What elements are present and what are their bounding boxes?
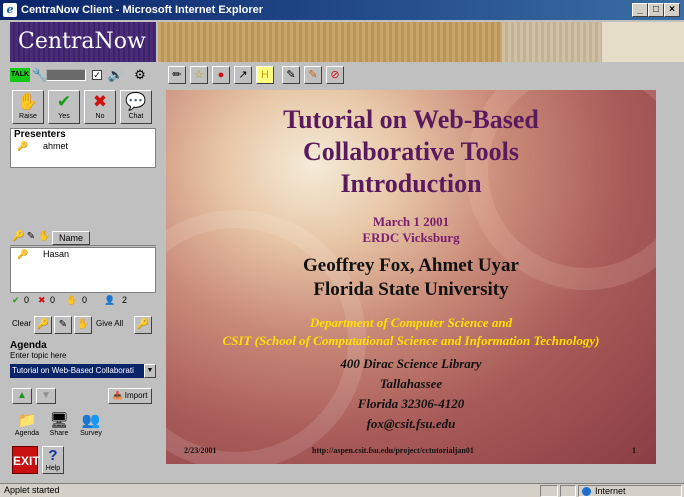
no-tool-icon[interactable]: ⊘ <box>326 66 344 84</box>
whiteboard-toolbar: ✏ ☆ ● ↗ H ✎ ✎ ⊘ <box>166 64 684 86</box>
status-bar: Applet started Internet <box>0 483 684 497</box>
dot-tool-icon[interactable]: ● <box>212 66 230 84</box>
close-button[interactable]: × <box>664 3 680 17</box>
clear-label: Clear <box>12 319 32 328</box>
slide-page-number: 1 <box>632 446 636 455</box>
no-button[interactable]: ✖ No <box>84 90 116 124</box>
hand-count-icon: ✋ <box>66 295 78 305</box>
left-panel: TALK 🔧 ✓ 🔊 ⚙ ✋ Raise ✔ Yes ✖ No 💬 Chat P… <box>10 62 156 482</box>
arrow-tool-icon[interactable]: ↗ <box>234 66 252 84</box>
name-column-header[interactable]: Name <box>52 231 90 245</box>
slide-dept: Department of Computer Science and <box>309 315 513 330</box>
yes-button[interactable]: ✔ Yes <box>48 90 80 124</box>
share-icon: 🖥 <box>49 412 69 429</box>
slide-footer-date: 2/23/2001 <box>184 446 217 455</box>
survey-button[interactable]: 👥 Survey <box>76 412 106 442</box>
no-count: 0 <box>50 295 56 305</box>
hand-icon[interactable]: ✋ <box>38 231 50 243</box>
slide-address: 400 Dirac Science Library Tallahassee Fl… <box>340 356 482 431</box>
globe-icon <box>582 487 591 496</box>
highlight-tool-icon[interactable]: H <box>256 66 274 84</box>
minimize-button[interactable]: _ <box>632 3 648 17</box>
clear-key-button[interactable]: 🔑 <box>34 316 52 334</box>
title-bar: e CentraNow Client - Microsoft Internet … <box>0 0 684 20</box>
pencil-tool-icon[interactable]: ✏ <box>168 66 186 84</box>
people-count-icon: 👤 <box>104 295 116 305</box>
key-icon[interactable]: 🔑 <box>12 231 24 243</box>
raise-hand-button[interactable]: ✋ Raise <box>12 90 44 124</box>
attendee-item[interactable]: 🔑 Hasan <box>11 248 155 260</box>
help-icon: ? <box>48 447 58 464</box>
audio-checkbox[interactable]: ✓ <box>92 70 102 80</box>
attendees-list: 🔑 Hasan <box>10 247 156 293</box>
agenda-icon: 📁 <box>17 412 37 429</box>
give-all-label: Give All <box>96 319 124 328</box>
chevron-down-icon[interactable]: ▼ <box>144 364 156 378</box>
clear-pencil-button[interactable]: ✎ <box>54 316 72 334</box>
response-counts: ✔ 0 ✖ 0 ✋ 0 👤 2 <box>10 295 156 309</box>
import-button[interactable]: 📥 Import <box>108 388 152 404</box>
agenda-down-button[interactable]: ▼ <box>36 388 56 404</box>
status-text: Applet started <box>4 485 60 495</box>
exit-button[interactable]: EXIT <box>12 446 40 474</box>
presenter-item[interactable]: 🔑 ahmet <box>11 140 155 152</box>
checkmark-icon: ✔ <box>56 92 72 111</box>
agenda-up-button[interactable]: ▲ <box>12 388 32 404</box>
volume-slider[interactable] <box>46 69 86 81</box>
give-all-button[interactable]: 🔑 <box>134 316 152 334</box>
key-icon: 🔑 <box>17 141 29 151</box>
slide-csit: CSIT (School of Computational Science an… <box>222 333 600 348</box>
agenda-header: Agenda <box>10 340 47 351</box>
clear-hand-button[interactable]: ✋ <box>74 316 92 334</box>
pointer-tool-icon[interactable]: ✎ <box>282 66 300 84</box>
browser-window: e CentraNow Client - Microsoft Internet … <box>0 0 684 497</box>
help-button[interactable]: ? Help <box>42 446 64 474</box>
slide-authors: Geoffrey Fox, Ahmet Uyar Florida State U… <box>303 255 519 300</box>
hand-icon: ✋ <box>17 92 39 111</box>
hand-count: 0 <box>82 295 88 305</box>
star-tool-icon[interactable]: ☆ <box>190 66 208 84</box>
yes-count-icon: ✔ <box>12 295 20 305</box>
presenters-list: Presenters 🔑 ahmet <box>10 128 156 168</box>
ie-icon: e <box>3 3 17 17</box>
share-button[interactable]: 🖥 Share <box>44 412 74 442</box>
speaker-icon[interactable]: 🔊 <box>106 66 126 84</box>
presenters-header: Presenters <box>14 129 66 140</box>
security-zone: Internet <box>578 485 682 497</box>
brand-logo: CentraNow <box>10 22 156 62</box>
window-title: CentraNow Client - Microsoft Internet Ex… <box>21 4 264 16</box>
people-count: 2 <box>122 295 128 305</box>
import-icon: 📥 <box>112 391 123 400</box>
presentation-slide[interactable]: Tutorial on Web-Based Collaborative Tool… <box>166 90 656 464</box>
survey-icon: 👥 <box>81 412 101 429</box>
chat-icon: 💬 <box>125 92 147 111</box>
x-icon: ✖ <box>92 92 108 111</box>
pencil-icon[interactable]: ✎ <box>25 231 37 243</box>
agenda-select[interactable]: Tutorial on Web-Based Collaborati ▼ <box>10 364 156 378</box>
agenda-section: Agenda Enter topic here Tutorial on Web-… <box>10 340 156 378</box>
yes-count: 0 <box>24 295 30 305</box>
banner <box>158 22 684 62</box>
no-count-icon: ✖ <box>38 295 46 305</box>
agenda-button[interactable]: 📁 Agenda <box>12 412 42 442</box>
chat-button[interactable]: 💬 Chat <box>120 90 152 124</box>
key-icon: 🔑 <box>17 249 29 259</box>
clear-row: Clear 🔑 ✎ ✋ Give All 🔑 <box>10 314 156 336</box>
talk-button[interactable]: TALK <box>10 68 30 82</box>
slide-title: Tutorial on Web-Based Collaborative Tool… <box>283 105 539 198</box>
audio-row: TALK 🔧 ✓ 🔊 ⚙ <box>10 64 156 86</box>
settings-icon[interactable]: ⚙ <box>130 66 150 84</box>
slide-footer-url: http://aspen.csit.fsu.edu/project/cctuto… <box>312 446 474 455</box>
marker-tool-icon[interactable]: ✎ <box>304 66 322 84</box>
slide-date-place: March 1 2001 ERDC Vicksburg <box>362 214 460 245</box>
maximize-button[interactable]: □ <box>648 3 664 17</box>
agenda-prompt[interactable]: Enter topic here <box>10 351 156 360</box>
attendees-toolbar: 🔑 ✎ ✋ Name <box>10 230 156 246</box>
